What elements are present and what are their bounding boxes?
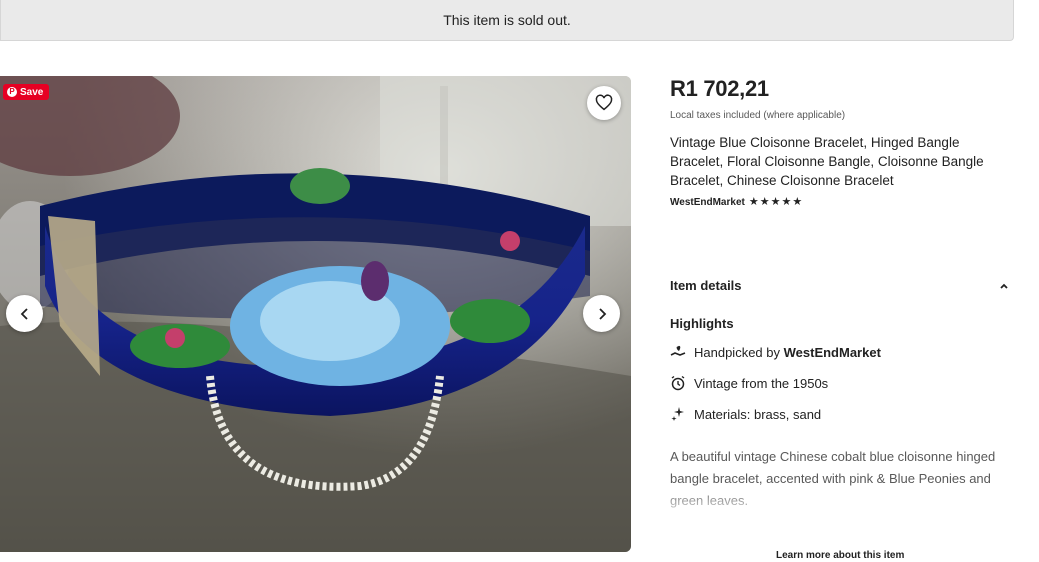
sparkle-icon <box>670 406 686 422</box>
star-icon: ★ <box>792 196 803 208</box>
shop-name-link[interactable]: WestEndMarket <box>670 197 745 208</box>
listing-photo <box>0 76 631 552</box>
tax-note: Local taxes included (where applicable) <box>670 110 846 121</box>
star-icon: ★ <box>759 196 770 208</box>
chevron-up-icon <box>1000 283 1008 289</box>
star-icon: ★ <box>781 196 792 208</box>
highlights-heading: Highlights <box>670 316 734 331</box>
highlight-text: Handpicked by <box>694 344 784 360</box>
highlight-materials: Materials: brass, sand <box>670 406 821 422</box>
shop-rating-row: WestEndMarket ★ ★ ★ ★ ★ <box>670 196 802 208</box>
listing-price: R1 702,21 <box>670 76 769 101</box>
highlight-handpicked: Handpicked by WestEndMarket <box>670 344 881 360</box>
highlight-text: Vintage from the 1950s <box>694 375 829 391</box>
next-image-button[interactable] <box>583 295 620 332</box>
sold-out-banner: This item is sold out. <box>0 0 1014 41</box>
sold-out-text: This item is sold out. <box>443 12 571 28</box>
star-icon: ★ <box>748 196 759 208</box>
item-details-heading: Item details <box>670 278 742 293</box>
highlight-vintage: Vintage from the 1950s <box>670 375 828 391</box>
star-icon: ★ <box>770 196 781 208</box>
listing-title: Vintage Blue Cloisonne Bracelet, Hinged … <box>670 135 984 188</box>
pinterest-save-button[interactable]: P Save <box>3 84 50 100</box>
favorite-button[interactable] <box>587 86 621 120</box>
item-details-toggle[interactable]: Item details <box>670 278 1010 293</box>
rating-stars: ★ ★ ★ ★ ★ <box>749 196 802 208</box>
chevron-right-icon <box>598 307 606 320</box>
clock-icon <box>670 375 686 391</box>
pinterest-icon: P <box>7 87 17 97</box>
learn-more-button[interactable]: Learn more about this item <box>776 550 904 561</box>
description-fade <box>670 486 1010 512</box>
heart-icon <box>595 94 613 111</box>
highlight-text: Materials: brass, sand <box>694 406 822 422</box>
previous-image-button[interactable] <box>6 295 43 332</box>
listing-image-gallery[interactable] <box>0 76 631 552</box>
highlight-shop-link[interactable]: WestEndMarket <box>784 345 881 360</box>
hand-heart-icon <box>670 344 686 360</box>
save-label: Save <box>20 86 44 98</box>
chevron-left-icon <box>20 307 28 320</box>
